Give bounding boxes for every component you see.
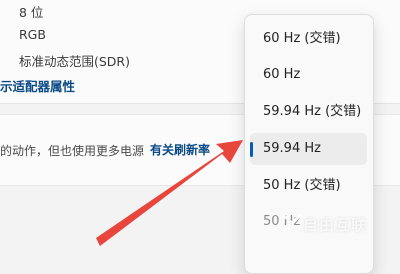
refresh-rate-description: 的动作，但也使用更多电源 [0, 144, 145, 158]
watermark-text: 自由互联 [303, 216, 368, 234]
selected-indicator [250, 142, 253, 157]
bit-depth-value: 8 位 [19, 5, 44, 20]
option-label: 59.94 Hz [263, 141, 321, 156]
option-label: 60 Hz (交错) [263, 31, 341, 46]
refresh-rate-dropdown[interactable]: 60 Hz (交错) 60 Hz 59.94 Hz (交错) 59.94 Hz … [244, 14, 374, 274]
option-59-94hz[interactable]: 59.94 Hz [250, 133, 367, 165]
option-60hz[interactable]: 60 Hz [250, 59, 367, 91]
color-space-value: 标准动态范围(SDR) [19, 54, 130, 69]
watermark-logo-icon [282, 214, 302, 232]
option-60hz-interlaced[interactable]: 60 Hz (交错) [250, 23, 367, 55]
learn-more-refresh-rate-link[interactable]: 有关刷新率 [150, 141, 210, 158]
option-label: 60 Hz [263, 67, 301, 82]
option-label: 59.94 Hz (交错) [263, 104, 362, 119]
option-59-94hz-interlaced[interactable]: 59.94 Hz (交错) [250, 96, 367, 128]
option-label: 50 Hz (交错) [263, 178, 341, 193]
color-format-value: RGB [19, 27, 46, 42]
display-adapter-properties-link[interactable]: 示适配器属性 [0, 76, 75, 95]
option-50hz-interlaced[interactable]: 50 Hz (交错) [250, 170, 367, 202]
